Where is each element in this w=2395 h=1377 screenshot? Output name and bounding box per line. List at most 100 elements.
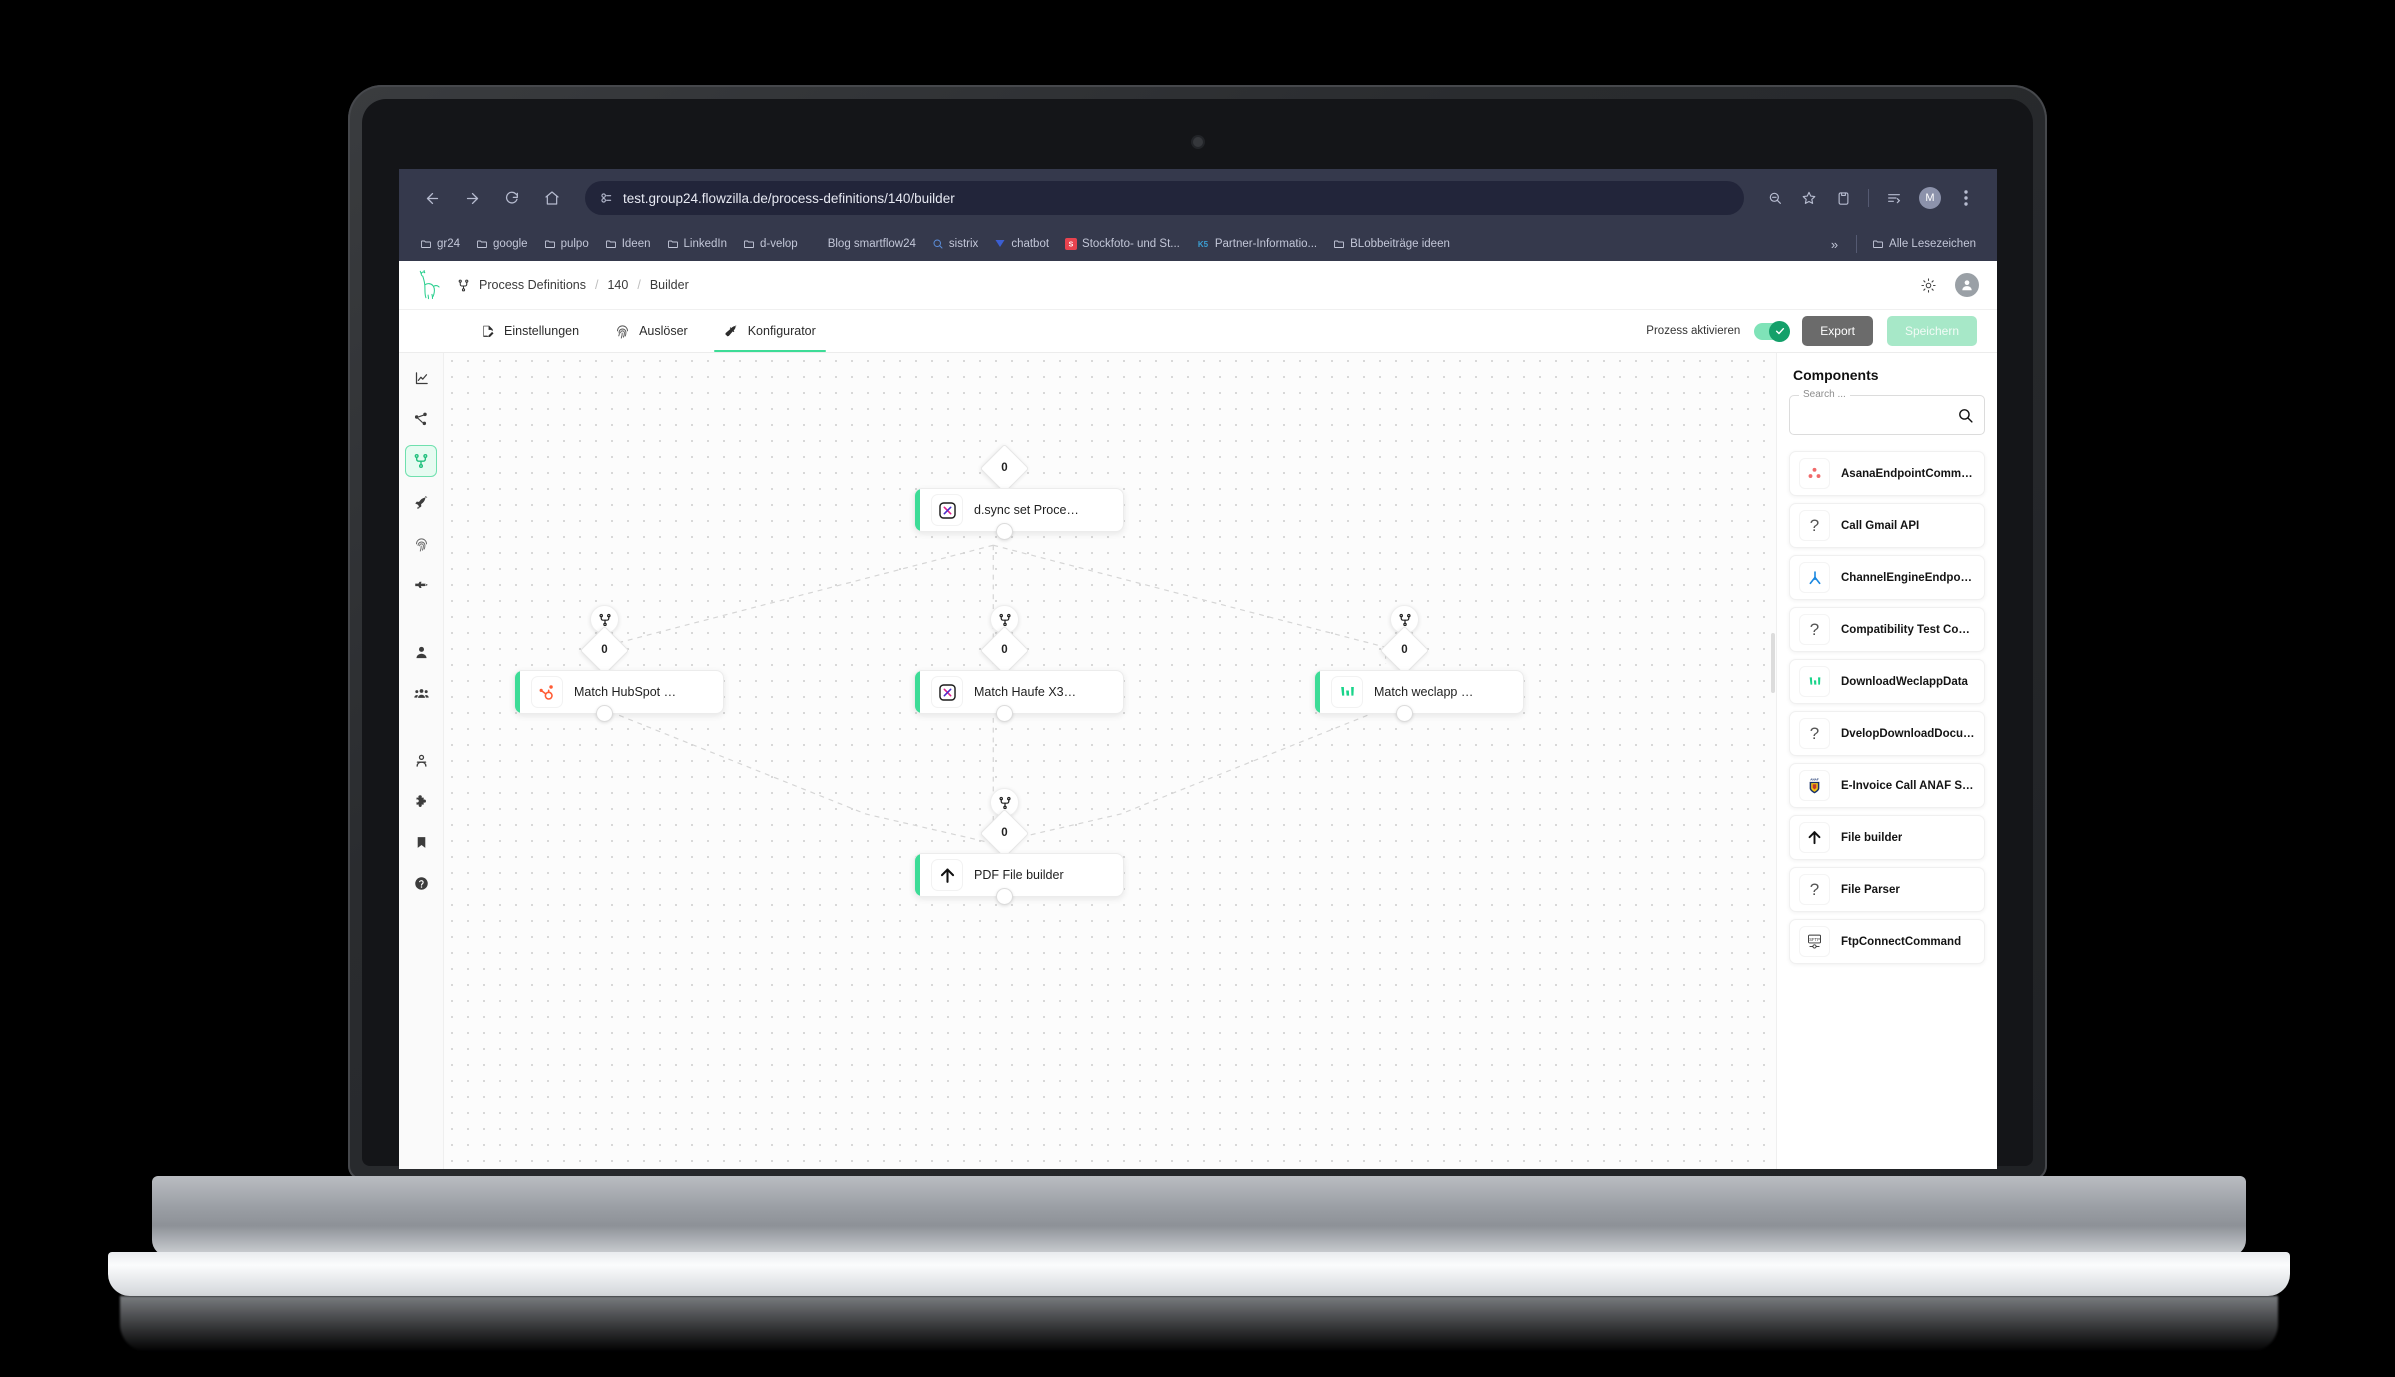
giraffe-logo-icon[interactable] — [417, 270, 443, 300]
anaf-icon: ANAF — [1799, 770, 1830, 801]
tab-ausloeser[interactable]: Auslöser — [597, 310, 706, 352]
activate-process-toggle[interactable] — [1754, 320, 1791, 342]
laptop-base-shadow — [120, 1296, 2278, 1352]
tab-einstellungen[interactable]: Einstellungen — [463, 310, 597, 352]
flow-canvas[interactable]: 0 d.sync set Proce… 0 Match HubSpot … 0 … — [444, 353, 1776, 1169]
bookmark-item[interactable]: sistrix — [925, 235, 985, 253]
bookmarks-bar: gr24 google pulpo Ideen LinkedIn d-velop… — [399, 227, 1997, 261]
bookmark-item[interactable]: K5 Partner-Informatio... — [1189, 235, 1324, 253]
magnifier-icon[interactable] — [1957, 407, 1974, 424]
forward-arrow-icon[interactable] — [455, 181, 489, 215]
address-bar[interactable]: test.group24.flowzilla.de/process-defini… — [585, 181, 1744, 215]
sidebar-item-help[interactable] — [406, 868, 436, 898]
node-output-handle[interactable] — [996, 888, 1013, 905]
k5-icon: K5 — [1198, 240, 1209, 249]
sidebar-item-deployments[interactable] — [406, 488, 436, 518]
bookmark-label: gr24 — [437, 238, 461, 250]
back-arrow-icon[interactable] — [415, 181, 449, 215]
reading-list-icon[interactable] — [1879, 183, 1909, 213]
breadcrumb-item-process-definitions[interactable]: Process Definitions — [479, 278, 586, 292]
extensions-icon[interactable] — [1828, 183, 1858, 213]
flow-node-match-weclapp[interactable]: Match weclapp … — [1314, 670, 1524, 714]
process-icon — [458, 279, 469, 291]
component-item[interactable]: SFTP FtpConnectCommand — [1789, 919, 1985, 964]
bookmark-label: google — [493, 238, 528, 250]
component-item[interactable]: ? Call Gmail API — [1789, 503, 1985, 548]
component-label: DownloadWeclappData — [1841, 675, 1968, 688]
node-output-handle[interactable] — [1396, 705, 1413, 722]
bookmark-label: sistrix — [948, 238, 979, 250]
branch-icon — [1398, 613, 1411, 626]
all-bookmarks-label: Alle Lesezeichen — [1889, 238, 1976, 250]
bookmark-item[interactable]: LinkedIn — [660, 235, 734, 253]
bookmark-item[interactable]: gr24 — [413, 235, 467, 253]
node-output-handle[interactable] — [996, 705, 1013, 722]
upload-arrow-icon — [931, 859, 963, 891]
bookmark-icon — [417, 836, 425, 848]
channelengine-icon — [1799, 562, 1830, 593]
tab-bar-actions: Prozess aktivieren Export Speichern — [1646, 316, 1997, 346]
sidebar-item-plugins[interactable] — [406, 786, 436, 816]
sun-icon[interactable] — [1915, 272, 1941, 298]
breadcrumb: Process Definitions / 140 / Builder — [457, 278, 689, 292]
flow-node-pdf-file-builder[interactable]: PDF File builder — [914, 853, 1124, 897]
sidebar-item-analytics[interactable] — [406, 363, 436, 393]
bookmark-item[interactable]: pulpo — [537, 235, 596, 253]
activate-process-label: Prozess aktivieren — [1646, 325, 1741, 337]
screenshot-stage: test.group24.flowzilla.de/process-defini… — [0, 0, 2395, 1377]
component-item[interactable]: ? File Parser — [1789, 867, 1985, 912]
zoom-icon[interactable] — [1760, 183, 1790, 213]
canvas-scrollbar[interactable] — [1771, 633, 1775, 693]
search-input[interactable] — [1800, 408, 1957, 422]
node-output-handle[interactable] — [596, 705, 613, 722]
component-search[interactable]: Search ... — [1789, 389, 1985, 435]
save-button[interactable]: Speichern — [1886, 316, 1977, 346]
edge-n4-n5 — [993, 707, 1386, 844]
home-icon[interactable] — [535, 181, 569, 215]
component-item[interactable]: ANAF E-Invoice Call ANAF Service — [1789, 763, 1985, 808]
breadcrumb-item-140[interactable]: 140 — [607, 278, 628, 292]
bookmark-label: Ideen — [621, 238, 651, 250]
reload-icon[interactable] — [495, 181, 529, 215]
folder-icon — [477, 240, 487, 248]
sidebar-item-user[interactable] — [406, 637, 436, 667]
star-icon[interactable] — [1794, 183, 1824, 213]
flow-node-match-haufe-x3[interactable]: Match Haufe X3… — [914, 670, 1124, 714]
sidebar-item-teams[interactable] — [406, 678, 436, 708]
user-avatar-icon[interactable] — [1955, 273, 1979, 297]
kebab-menu-icon[interactable] — [1951, 183, 1981, 213]
component-item[interactable]: DownloadWeclappData — [1789, 659, 1985, 704]
export-button[interactable]: Export — [1802, 316, 1873, 346]
flow-node-dsync-set-process[interactable]: d.sync set Proce… — [914, 488, 1124, 532]
sidebar-item-integrations[interactable] — [406, 404, 436, 434]
components-list-fade — [1777, 1145, 1997, 1169]
bookmark-item[interactable]: d-velop — [736, 235, 805, 253]
tab-konfigurator[interactable]: Konfigurator — [706, 310, 834, 352]
component-item[interactable]: AsanaEndpointCommand — [1789, 451, 1985, 496]
bookmark-item[interactable]: BLobbeiträge ideen — [1326, 235, 1457, 253]
breadcrumb-item-builder[interactable]: Builder — [650, 278, 689, 292]
component-item[interactable]: File builder — [1789, 815, 1985, 860]
flow-node-label: Match weclapp … — [1374, 685, 1474, 699]
sidebar-item-process-definitions[interactable] — [405, 445, 437, 477]
component-item[interactable]: ? DvelopDownloadDocument — [1789, 711, 1985, 756]
flow-node-match-hubspot[interactable]: Match HubSpot … — [514, 670, 724, 714]
component-item[interactable]: ChannelEngineEndpointCom… — [1789, 555, 1985, 600]
bookmark-item[interactable]: Ideen — [598, 235, 658, 253]
bookmark-item[interactable]: chatbot — [987, 235, 1056, 253]
node-output-handle[interactable] — [996, 523, 1013, 540]
svg-text:S: S — [1069, 242, 1074, 249]
svg-text:SFTP: SFTP — [1809, 937, 1820, 942]
sidebar-item-bookmarks[interactable] — [406, 827, 436, 857]
bookmark-item[interactable]: google — [469, 235, 535, 253]
component-item[interactable]: ? Compatibility Test Component — [1789, 607, 1985, 652]
bookmarks-overflow-chevron[interactable]: » — [1821, 237, 1848, 252]
sidebar-item-runs[interactable] — [406, 570, 436, 600]
profile-avatar[interactable]: M — [1919, 187, 1941, 209]
bookmark-item[interactable]: S Stockfoto- und St... — [1058, 235, 1187, 253]
all-bookmarks-button[interactable]: Alle Lesezeichen — [1865, 235, 1983, 253]
bookmark-item[interactable]: Blog smartflow24 — [821, 235, 923, 253]
sidebar-item-triggers[interactable] — [406, 529, 436, 559]
sidebar-item-identity[interactable] — [406, 745, 436, 775]
bookmark-label: BLobbeiträge ideen — [1350, 238, 1450, 250]
